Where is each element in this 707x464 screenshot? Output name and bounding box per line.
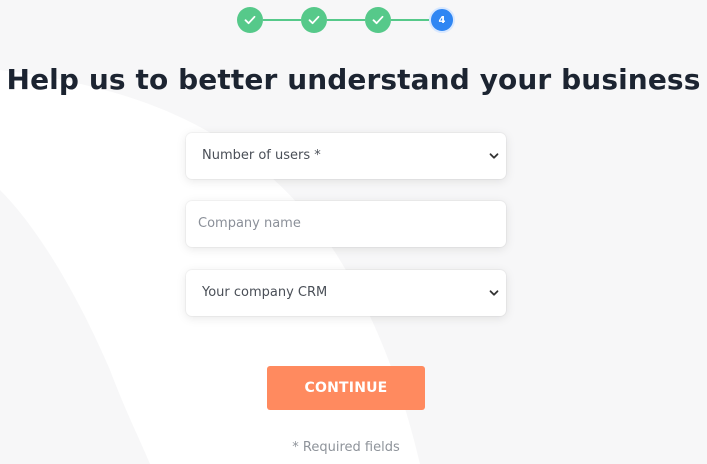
chevron-down-icon	[489, 290, 499, 296]
chevron-down-icon	[489, 153, 499, 159]
company-crm-select[interactable]: Your company CRM	[186, 270, 506, 316]
checkmark-icon	[244, 15, 256, 25]
number-of-users-value: Number of users *	[202, 148, 321, 163]
number-of-users-select[interactable]: Number of users *	[186, 133, 506, 179]
required-fields-note: * Required fields	[292, 440, 400, 455]
step-2-complete	[301, 7, 327, 33]
step-3-complete	[365, 7, 391, 33]
step-connector	[327, 19, 365, 21]
page-title: Help us to better understand your busine…	[6, 63, 701, 96]
checkmark-icon	[308, 15, 320, 25]
step-connector	[263, 19, 301, 21]
step-4-current: 4	[429, 7, 455, 33]
company-name-placeholder: Company name	[198, 216, 301, 231]
checkmark-icon	[372, 15, 384, 25]
company-crm-value: Your company CRM	[202, 285, 328, 300]
step-1-complete	[237, 7, 263, 33]
step-connector	[391, 19, 429, 21]
continue-button[interactable]: CONTINUE	[267, 366, 425, 410]
company-name-input[interactable]: Company name	[186, 201, 506, 247]
progress-stepper: 4	[237, 7, 455, 33]
